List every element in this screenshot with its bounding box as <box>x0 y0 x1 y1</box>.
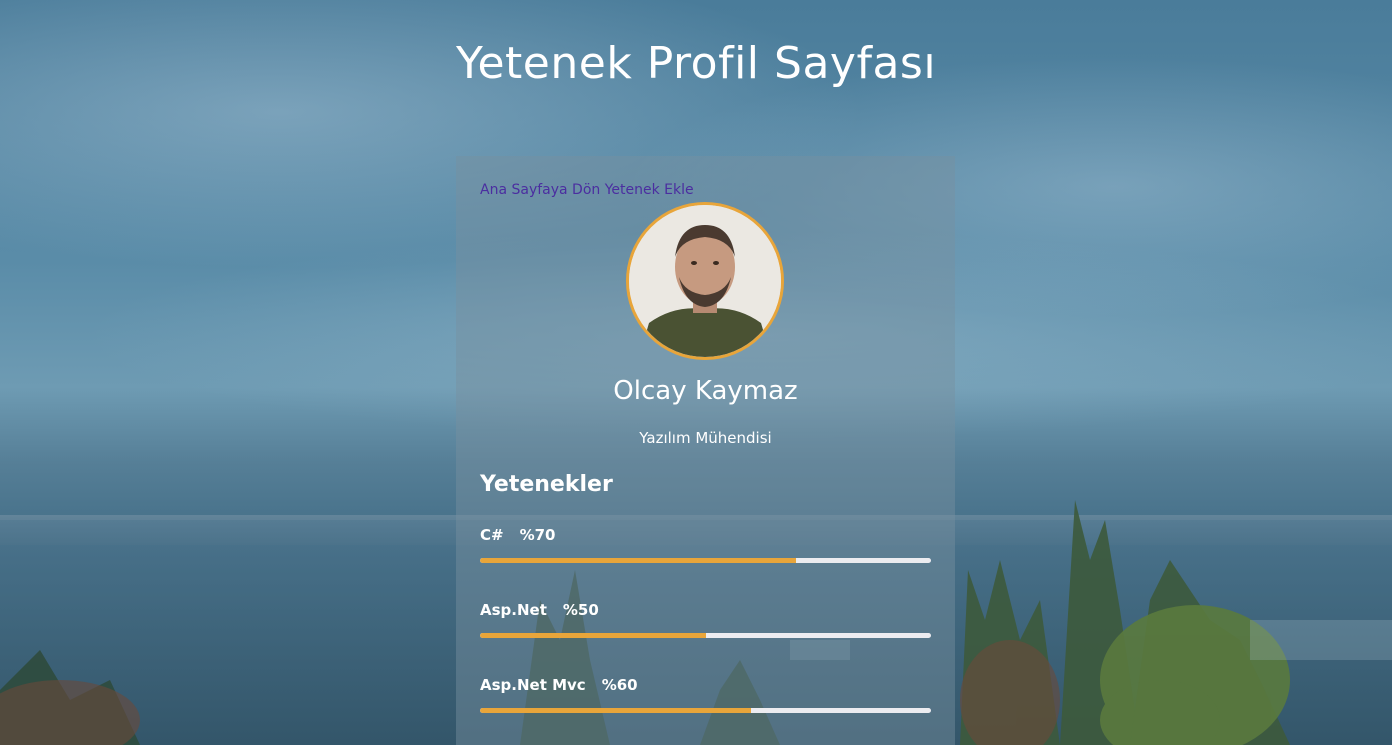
skill-item: Asp.Net Mvc %60 <box>480 676 931 713</box>
add-skill-link[interactable]: Yetenek Ekle <box>605 182 694 198</box>
home-link[interactable]: Ana Sayfaya Dön <box>480 182 600 198</box>
skills-heading: Yetenekler <box>480 472 613 497</box>
skill-progress-fill <box>480 558 796 563</box>
skill-percent: %50 <box>562 601 599 619</box>
skill-label: Asp.Net Mvc %60 <box>480 676 931 694</box>
skill-progress-bar <box>480 558 931 563</box>
skill-label: C# %70 <box>480 526 931 544</box>
skill-name: Asp.Net <box>480 601 547 619</box>
avatar <box>626 202 784 360</box>
profile-card: Ana Sayfaya Dön Yetenek Ekle Olcay Kayma… <box>456 156 955 745</box>
avatar-photo <box>629 205 781 357</box>
skill-item: Asp.Net %50 <box>480 601 931 638</box>
skill-percent: %70 <box>519 526 556 544</box>
skill-progress-bar <box>480 708 931 713</box>
profile-name: Olcay Kaymaz <box>613 376 798 406</box>
page-title: Yetenek Profil Sayfası <box>455 38 937 89</box>
skill-name: C# <box>480 526 504 544</box>
skill-label: Asp.Net %50 <box>480 601 931 619</box>
skill-percent: %60 <box>601 676 638 694</box>
skill-progress-bar <box>480 633 931 638</box>
skill-progress-fill <box>480 708 751 713</box>
skill-item: C# %70 <box>480 526 931 563</box>
nav-links: Ana Sayfaya Dön Yetenek Ekle <box>480 182 694 198</box>
profile-job-title: Yazılım Mühendisi <box>639 429 772 447</box>
skill-name: Asp.Net Mvc <box>480 676 586 694</box>
skill-progress-fill <box>480 633 706 638</box>
